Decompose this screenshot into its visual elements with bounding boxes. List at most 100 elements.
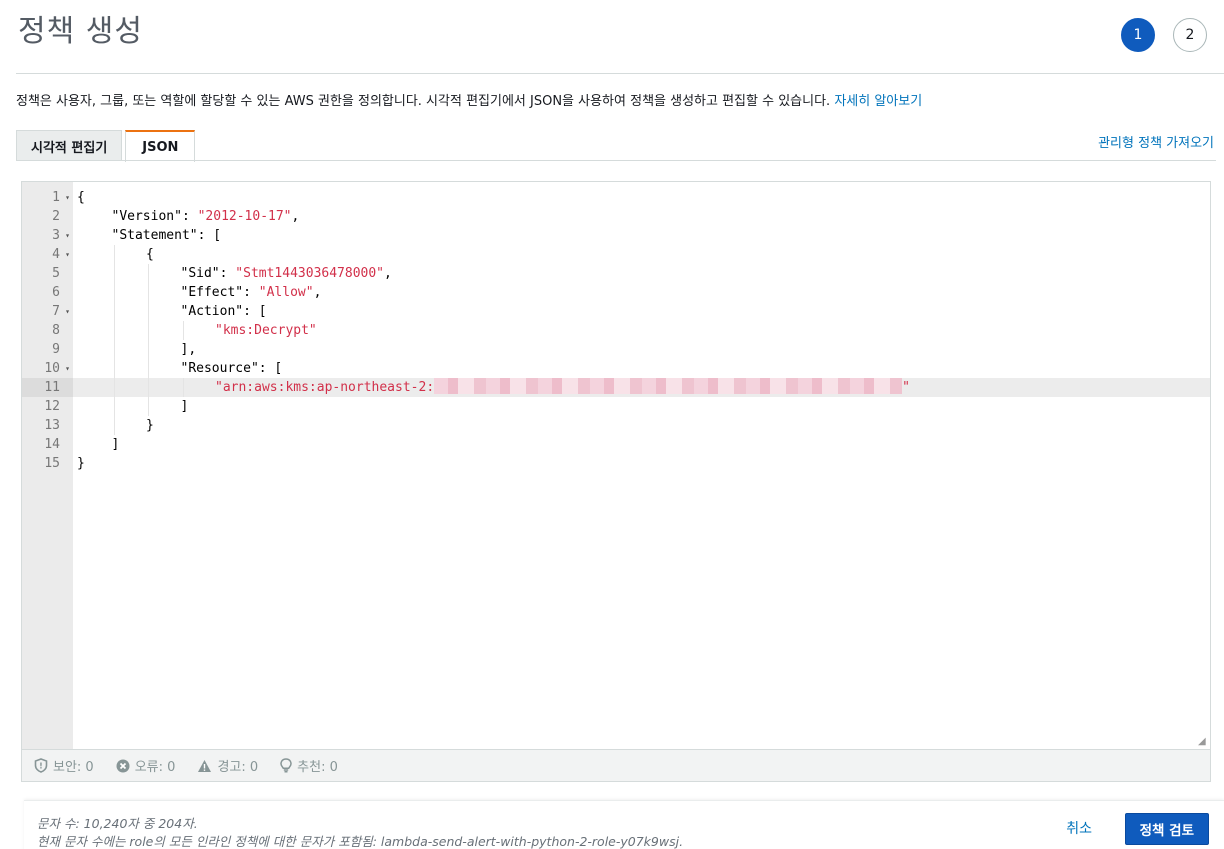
line-number: 11 <box>22 378 73 397</box>
code-line[interactable]: 2 "Version": "2012-10-17", <box>22 207 1210 226</box>
resize-handle-icon[interactable]: ◢ <box>1198 737 1208 747</box>
json-token: "Version": <box>111 209 198 224</box>
code-line[interactable]: 12] <box>22 397 1210 416</box>
fold-toggle-icon[interactable]: ▾ <box>63 359 72 378</box>
json-string: " <box>902 380 910 395</box>
code-line[interactable]: 1 ▾{ <box>22 188 1210 207</box>
json-token: "Resource": [ <box>180 361 283 376</box>
security-status[interactable]: ! 보안: 0 <box>34 756 94 775</box>
code-line[interactable]: 6 "Effect": "Allow", <box>22 283 1210 302</box>
character-count-info: 문자 수: 10,240자 중 204자. 현재 문자 수에는 role의 모든… <box>37 815 683 849</box>
code-text: "arn:aws:kms:ap-northeast-2: " <box>215 378 910 397</box>
code-line[interactable]: 11 "arn:aws:kms:ap-northeast-2: " <box>22 378 1210 397</box>
line-number: 9 <box>52 342 60 357</box>
code-line[interactable]: 8 "kms:Decrypt" <box>22 321 1210 340</box>
code-line[interactable]: 13} <box>22 416 1210 435</box>
code-text: "Effect": "Allow", <box>181 283 322 302</box>
json-token: ] <box>180 399 189 414</box>
footer-bar: 문자 수: 10,240자 중 204자. 현재 문자 수에는 role의 모든… <box>24 800 1224 849</box>
indent-guide <box>148 302 149 321</box>
fold-toggle-icon[interactable]: ▾ <box>63 302 72 321</box>
json-string: "Allow" <box>258 285 314 300</box>
json-string: "arn:aws:kms:ap-northeast-2: <box>215 380 435 395</box>
json-editor[interactable]: 1 ▾{2 "Version": "2012-10-17", 3 ▾ "Statement… <box>21 181 1211 750</box>
json-token: ] <box>111 437 120 452</box>
json-token: , <box>291 209 300 224</box>
code-text: ] <box>112 435 120 454</box>
redacted-account-id <box>434 378 903 394</box>
indent-guide <box>113 283 115 302</box>
code-text: "kms:Decrypt" <box>215 321 317 340</box>
code-text: { <box>77 188 85 207</box>
indent-guide <box>182 321 184 340</box>
indent-guide <box>148 340 149 359</box>
json-string: "Stmt1443036478000" <box>235 266 385 281</box>
review-policy-button[interactable]: 정책 검토 <box>1124 813 1209 845</box>
line-number: 5 <box>52 266 60 281</box>
indent-guide <box>148 378 149 397</box>
fold-toggle-icon[interactable]: ▾ <box>63 188 72 207</box>
error-count: 오류: 0 <box>134 760 176 775</box>
code-text: ], <box>181 340 197 359</box>
code-line[interactable]: 4 ▾{ <box>22 245 1210 264</box>
warning-status[interactable]: 경고: 0 <box>197 756 258 775</box>
indent-guide <box>148 321 149 340</box>
svg-text:!: ! <box>39 762 43 771</box>
fold-toggle-icon[interactable]: ▾ <box>63 226 72 245</box>
error-icon <box>116 759 130 773</box>
code-text: "Action": [ <box>181 302 267 321</box>
line-number: 15 <box>44 456 60 471</box>
code-line[interactable]: 3 ▾ "Statement": [ <box>22 226 1210 245</box>
character-count: 문자 수: 10,240자 중 204자. <box>37 816 198 831</box>
indent-guide <box>113 321 115 340</box>
suggestion-status[interactable]: 추천: 0 <box>280 756 338 775</box>
editor-tabs: 시각적 편집기 JSON <box>16 129 198 162</box>
code-text: } <box>146 416 154 435</box>
indent-guide <box>113 340 115 359</box>
validation-status-bar: ! 보안: 0 오류: 0 경고: 0 추천: 0 <box>21 750 1211 782</box>
learn-more-link[interactable]: 자세히 알아보기 <box>834 94 922 109</box>
tab-json[interactable]: JSON <box>125 130 196 162</box>
code-line[interactable]: 10 ▾ "Resource": [ <box>22 359 1210 378</box>
code-area[interactable]: 1 ▾{2 "Version": "2012-10-17", 3 ▾ "Statement… <box>22 188 1210 473</box>
json-token: "Effect": <box>180 285 259 300</box>
policy-description: 정책은 사용자, 그룹, 또는 역할에 할당할 수 있는 AWS 권한을 정의합… <box>16 90 922 109</box>
character-count-note: 현재 문자 수에는 role의 모든 인라인 정책에 대한 문자가 포함됨: l… <box>37 834 684 849</box>
indent-guide <box>113 397 115 416</box>
code-line[interactable]: 9], <box>22 340 1210 359</box>
fold-toggle-icon[interactable]: ▾ <box>63 245 72 264</box>
code-line[interactable]: 5 "Sid": "Stmt1443036478000", <box>22 264 1210 283</box>
indent-guide <box>148 397 149 416</box>
code-text: "Statement": [ <box>112 226 222 245</box>
line-number: 8 <box>52 323 60 338</box>
indent-guide <box>182 378 184 397</box>
json-token: , <box>313 285 322 300</box>
error-status[interactable]: 오류: 0 <box>116 756 176 775</box>
line-number: 14 <box>44 437 60 452</box>
step-2[interactable]: 2 <box>1173 18 1207 52</box>
indent-guide <box>148 283 149 302</box>
code-text: "Resource": [ <box>181 359 283 378</box>
warning-icon <box>197 759 212 773</box>
code-line[interactable]: 14] <box>22 435 1210 454</box>
code-line[interactable]: 15} <box>22 454 1210 473</box>
json-token: ], <box>180 342 197 357</box>
step-1: 1 <box>1121 18 1155 52</box>
indent-guide <box>113 302 115 321</box>
indent-guide <box>113 264 115 283</box>
json-token: , <box>384 266 392 281</box>
lightbulb-icon <box>280 758 292 773</box>
page-title: 정책 생성 <box>18 14 143 49</box>
json-token: } <box>77 456 85 471</box>
code-text: "Version": "2012-10-17", <box>112 207 300 226</box>
cancel-button[interactable]: 취소 <box>1066 818 1092 838</box>
code-text: } <box>77 454 85 473</box>
indent-guide <box>113 359 115 378</box>
tabs-divider <box>16 160 1216 161</box>
description-text: 정책은 사용자, 그룹, 또는 역할에 할당할 수 있는 AWS 권한을 정의합… <box>16 94 831 109</box>
line-number: 13 <box>44 418 60 433</box>
warning-count: 경고: 0 <box>217 760 259 775</box>
tab-visual-editor[interactable]: 시각적 편집기 <box>16 130 123 161</box>
import-managed-policy-link[interactable]: 관리형 정책 가져오기 <box>1098 132 1214 151</box>
code-line[interactable]: 7 ▾ "Action": [ <box>22 302 1210 321</box>
